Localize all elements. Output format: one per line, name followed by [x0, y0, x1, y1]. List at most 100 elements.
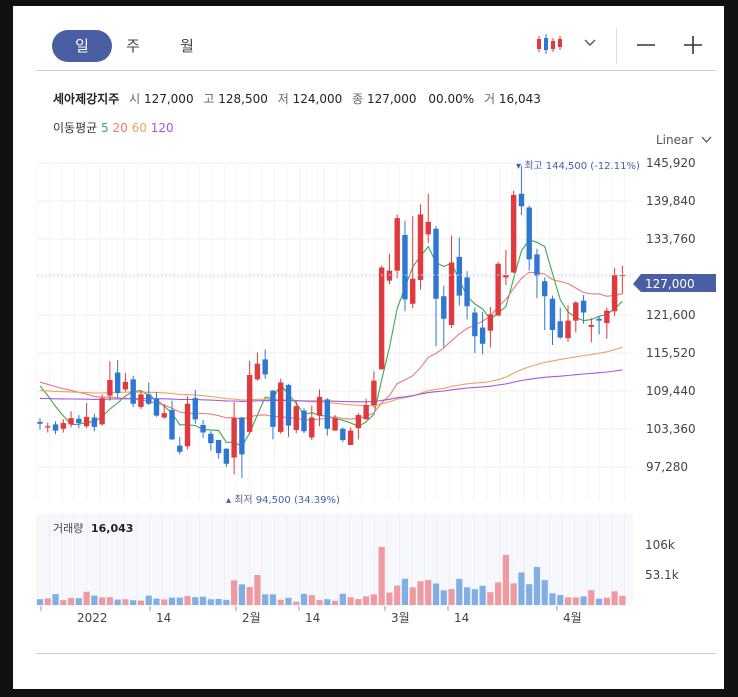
candle-body — [324, 399, 331, 429]
volume-bar — [60, 600, 67, 605]
candle-body — [52, 424, 59, 431]
volume-bar — [541, 580, 548, 605]
volume-bar — [471, 589, 478, 605]
chart-widget: 일 주 월 세아제강지주 시 127,000 고 128,500 저 124,0… — [13, 6, 724, 689]
volume-bar — [285, 597, 292, 605]
candle-body — [495, 263, 501, 316]
volume-bar — [363, 596, 370, 605]
volume-bar — [595, 598, 603, 605]
volume-bar — [526, 584, 533, 605]
price-axis-label: 115,520 — [646, 346, 696, 360]
volume-bar — [91, 595, 98, 605]
candle-body — [332, 418, 338, 431]
candle-body — [456, 256, 463, 296]
candle-body — [479, 327, 486, 344]
candle-body — [184, 403, 191, 447]
volume-bar — [161, 599, 168, 605]
candle-body — [611, 275, 618, 312]
date-axis-label: 2월 — [242, 611, 261, 625]
price-chart[interactable]: 145,920 139,840 133,760 121,600 115,520 109,4… — [13, 6, 724, 689]
price-axis-label: 121,600 — [646, 308, 696, 322]
candle-body — [425, 221, 431, 235]
volume-bar — [99, 597, 106, 605]
candle-body — [223, 448, 230, 464]
date-axis-label: 14 — [454, 611, 469, 625]
candle-body — [254, 363, 261, 380]
volume-bar — [588, 590, 595, 605]
price-axis-label: 103,360 — [646, 422, 696, 436]
candle-body — [588, 325, 595, 327]
candle-body — [340, 428, 346, 440]
candle-body — [534, 254, 540, 276]
candle-body — [510, 195, 517, 273]
candle-body — [208, 433, 214, 444]
candle-body — [114, 372, 121, 394]
volume-axis-label: 106k — [645, 538, 675, 552]
candle-body — [464, 277, 470, 307]
candle-body — [580, 300, 587, 313]
volume-bar — [277, 599, 284, 605]
date-axis-label: 3월 — [391, 611, 410, 625]
price-axis-label: 109,440 — [646, 384, 696, 398]
volume-bar — [168, 597, 176, 605]
volume-bar — [122, 599, 129, 605]
candle-body — [604, 310, 610, 324]
candle-body — [363, 405, 369, 420]
candle-body — [68, 418, 74, 425]
candle-body — [215, 440, 222, 454]
volume-bar — [557, 595, 564, 605]
volume-bar — [611, 591, 618, 605]
candle-body — [200, 425, 206, 433]
volume-bar — [549, 593, 556, 605]
candle-body — [433, 228, 439, 299]
candle-body — [122, 381, 129, 390]
candle-body — [557, 321, 563, 338]
volume-bar — [572, 597, 579, 605]
volume-bar — [153, 598, 160, 605]
candle-body — [386, 270, 393, 281]
candle-body — [130, 379, 136, 404]
volume-bar — [324, 599, 331, 605]
volume-bar — [106, 597, 113, 605]
price-axis-label: 133,760 — [646, 232, 696, 246]
low-marker: ▴ 최저 94,500 (34.39%) — [226, 494, 340, 506]
candle-body — [270, 390, 276, 427]
volume-bar — [269, 594, 277, 605]
volume-bar — [487, 592, 494, 605]
candle-body — [107, 380, 113, 396]
candle-body — [45, 426, 51, 428]
current-price-label: 127,000 — [645, 277, 695, 291]
volume-bar — [518, 572, 525, 605]
volume-bar — [463, 587, 471, 605]
candle-body — [177, 445, 183, 452]
candle-body — [542, 281, 548, 297]
candle-body — [60, 423, 66, 429]
candle-body — [549, 298, 556, 330]
candle-body — [402, 235, 408, 300]
volume-bar — [254, 574, 261, 605]
price-axis-label: 139,840 — [646, 194, 696, 208]
volume-bar — [580, 596, 587, 605]
volume-bar — [456, 578, 463, 605]
candle-body — [161, 413, 167, 418]
price-axis-label: 97,280 — [646, 460, 688, 474]
candle-body — [316, 396, 323, 416]
volume-bar — [417, 581, 424, 605]
candle-body — [138, 394, 144, 407]
volume-bar — [440, 590, 447, 605]
volume-bar — [394, 585, 401, 605]
volume-bar — [386, 592, 393, 605]
volume-bar — [231, 580, 238, 605]
volume-bar — [495, 582, 502, 605]
volume-bar — [603, 597, 610, 605]
volume-bar — [300, 593, 308, 605]
candle-body — [487, 314, 494, 331]
volume-bar — [215, 598, 222, 605]
volume-bar — [246, 587, 253, 605]
candle-body — [573, 302, 579, 321]
date-axis-label: 14 — [305, 611, 320, 625]
volume-bar — [52, 594, 59, 605]
volume-bar — [370, 594, 377, 605]
volume-bar — [401, 578, 409, 605]
volume-bar — [36, 599, 44, 605]
